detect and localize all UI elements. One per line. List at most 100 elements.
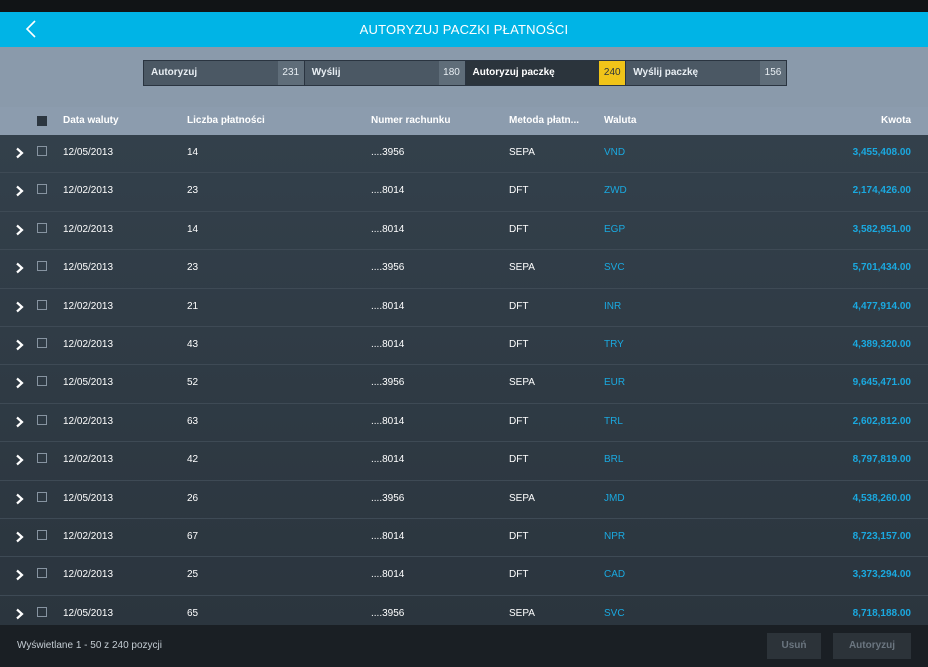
- cell-account: ....8014: [371, 185, 405, 197]
- expand-row-button[interactable]: [14, 301, 26, 313]
- cell-currency: INR: [604, 300, 622, 312]
- expand-row-button[interactable]: [14, 608, 26, 620]
- cell-amount: 5,701,434.00: [852, 262, 911, 274]
- table-row[interactable]: 12/02/2013 21 ....8014 DFT INR 4,477,914…: [0, 289, 928, 327]
- tab-bar: Autoryzuj 231 Wyślij 180 Autoryzuj paczk…: [0, 47, 928, 107]
- column-header-count[interactable]: Liczba płatności: [187, 107, 265, 135]
- table-row[interactable]: 12/02/2013 14 ....8014 DFT EGP 3,582,951…: [0, 212, 928, 251]
- tab-count-badge: 231: [277, 61, 304, 85]
- cell-method: DFT: [509, 569, 529, 581]
- column-header-method[interactable]: Metoda płatn...: [509, 107, 579, 135]
- cell-amount: 8,723,157.00: [852, 530, 911, 542]
- table-row[interactable]: 12/05/2013 14 ....3956 SEPA VND 3,455,40…: [0, 135, 928, 174]
- row-checkbox[interactable]: [37, 299, 47, 310]
- expand-row-button[interactable]: [14, 493, 26, 505]
- table-row[interactable]: 12/02/2013 63 ....8014 DFT TRL 2,602,812…: [0, 404, 928, 443]
- column-header-account[interactable]: Numer rachunku: [371, 107, 450, 135]
- tab-label: Autoryzuj: [151, 67, 198, 78]
- cell-method: DFT: [509, 300, 529, 312]
- cell-amount: 8,797,819.00: [852, 454, 911, 466]
- table-row[interactable]: 12/02/2013 67 ....8014 DFT NPR 8,723,157…: [0, 519, 928, 558]
- row-checkbox[interactable]: [37, 222, 47, 233]
- column-header-currency[interactable]: Waluta: [604, 107, 636, 135]
- row-checkbox[interactable]: [37, 606, 47, 617]
- expand-row-button[interactable]: [14, 416, 26, 428]
- chevron-right-icon: [16, 531, 24, 543]
- cell-date: 12/05/2013: [63, 377, 114, 389]
- column-header-date[interactable]: Data waluty: [63, 107, 119, 135]
- table-header: Data waluty Liczba płatności Numer rachu…: [0, 107, 928, 135]
- cell-count: 23: [187, 262, 199, 274]
- expand-row-button[interactable]: [14, 147, 26, 159]
- cell-amount: 4,538,260.00: [852, 492, 911, 504]
- cell-date: 12/02/2013: [63, 530, 114, 542]
- row-checkbox[interactable]: [37, 414, 47, 425]
- cell-currency: TRY: [604, 338, 624, 350]
- cell-method: DFT: [509, 454, 529, 466]
- tab-group: Autoryzuj 231 Wyślij 180 Autoryzuj paczk…: [143, 60, 787, 86]
- delete-button[interactable]: Usuń: [767, 633, 821, 659]
- cell-account: ....8014: [371, 569, 405, 581]
- row-checkbox[interactable]: [37, 453, 47, 464]
- table-row[interactable]: 12/02/2013 23 ....8014 DFT ZWD 2,174,426…: [0, 173, 928, 212]
- chevron-right-icon: [16, 301, 24, 312]
- cell-method: SEPA: [509, 607, 535, 619]
- table-row[interactable]: 12/05/2013 65 ....3956 SEPA SVC 8,718,18…: [0, 596, 928, 625]
- expand-row-button[interactable]: [14, 569, 26, 581]
- expand-row-button[interactable]: [14, 377, 26, 389]
- cell-method: SEPA: [509, 492, 535, 504]
- cell-currency: SVC: [604, 607, 625, 619]
- tab-send-batch[interactable]: Wyślij paczkę 156: [626, 61, 786, 85]
- tab-authorize[interactable]: Autoryzuj 231: [144, 61, 305, 85]
- tab-authorize-batch[interactable]: Autoryzuj paczkę 240: [465, 61, 627, 85]
- cell-account: ....3956: [371, 377, 405, 389]
- cell-currency: EGP: [604, 223, 626, 235]
- cell-method: DFT: [509, 223, 529, 235]
- table-row[interactable]: 12/02/2013 43 ....8014 DFT TRY 4,389,320…: [0, 327, 928, 366]
- expand-row-button[interactable]: [14, 531, 26, 543]
- row-checkbox[interactable]: [37, 337, 47, 348]
- cell-count: 14: [187, 147, 199, 158]
- cell-date: 12/02/2013: [63, 338, 114, 350]
- row-checkbox[interactable]: [37, 568, 47, 579]
- cell-account: ....8014: [371, 454, 405, 466]
- cell-date: 12/02/2013: [63, 415, 114, 427]
- row-checkbox[interactable]: [37, 261, 47, 272]
- cell-count: 67: [187, 530, 199, 542]
- table-row[interactable]: 12/02/2013 42 ....8014 DFT BRL 8,797,819…: [0, 442, 928, 481]
- row-checkbox[interactable]: [37, 146, 47, 156]
- authorize-button[interactable]: Autoryzuj: [833, 633, 911, 659]
- cell-count: 65: [187, 607, 199, 619]
- row-checkbox[interactable]: [37, 376, 47, 387]
- table-row[interactable]: 12/02/2013 25 ....8014 DFT CAD 3,373,294…: [0, 557, 928, 596]
- chevron-right-icon: [16, 339, 24, 351]
- chevron-right-icon: [16, 378, 24, 389]
- table-row[interactable]: 12/05/2013 23 ....3956 SEPA SVC 5,701,43…: [0, 250, 928, 289]
- row-checkbox[interactable]: [37, 529, 47, 540]
- cell-date: 12/05/2013: [63, 147, 114, 158]
- cell-currency: CAD: [604, 569, 626, 581]
- expand-row-button[interactable]: [14, 454, 26, 466]
- expand-row-button[interactable]: [14, 262, 26, 274]
- tab-send[interactable]: Wyślij 180: [304, 61, 466, 85]
- row-checkbox[interactable]: [37, 184, 47, 195]
- table-row[interactable]: 12/05/2013 52 ....3956 SEPA EUR 9,645,47…: [0, 365, 928, 404]
- cell-method: SEPA: [509, 377, 535, 389]
- expand-row-button[interactable]: [14, 224, 26, 236]
- cell-date: 12/02/2013: [63, 185, 114, 197]
- tab-count-badge: 180: [438, 61, 465, 85]
- cell-amount: 4,389,320.00: [852, 338, 911, 350]
- select-all-checkbox[interactable]: [37, 116, 47, 126]
- expand-row-button[interactable]: [14, 185, 26, 197]
- cell-count: 23: [187, 185, 199, 197]
- expand-row-button[interactable]: [14, 339, 26, 351]
- row-checkbox[interactable]: [37, 491, 47, 502]
- page-title: AUTORYZUJ PACZKI PŁATNOŚCI: [359, 22, 569, 37]
- cell-currency: NPR: [604, 530, 626, 542]
- cell-amount: 4,477,914.00: [852, 300, 911, 312]
- cell-date: 12/02/2013: [63, 569, 114, 581]
- cell-count: 63: [187, 415, 199, 427]
- cell-count: 25: [187, 569, 199, 581]
- table-row[interactable]: 12/05/2013 26 ....3956 SEPA JMD 4,538,26…: [0, 481, 928, 519]
- column-header-amount[interactable]: Kwota: [881, 107, 911, 135]
